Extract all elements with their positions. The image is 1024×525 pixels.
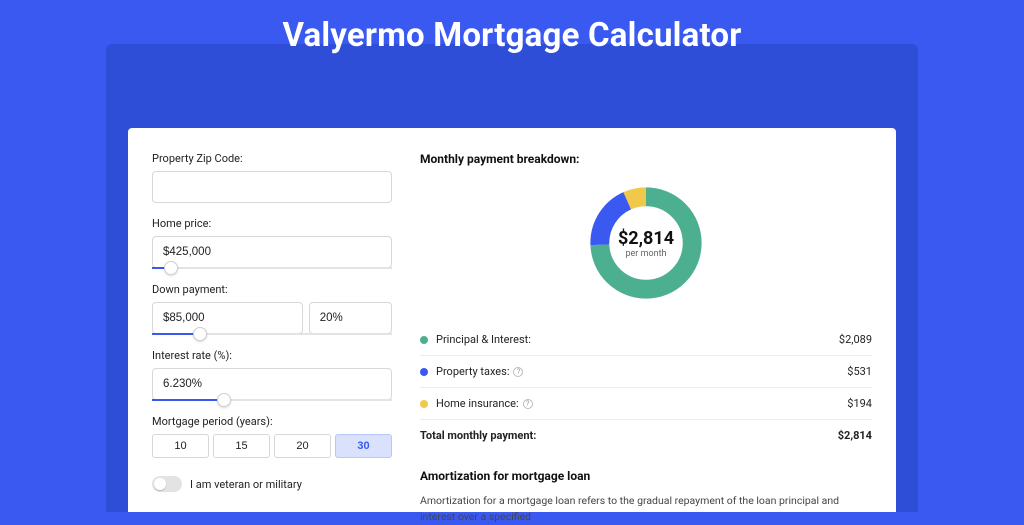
legend-value-taxes: $531 (847, 365, 872, 378)
amortization-section: Amortization for mortgage loan Amortizat… (420, 469, 872, 525)
legend-row-insurance: Home insurance: ? $194 (420, 388, 872, 420)
interest-rate-field-group: Interest rate (%): (152, 349, 392, 401)
home-price-slider-thumb[interactable] (164, 261, 178, 275)
veteran-toggle-knob (154, 478, 166, 490)
veteran-toggle[interactable] (152, 476, 182, 492)
zip-input[interactable] (152, 171, 392, 203)
home-price-slider[interactable] (152, 267, 392, 269)
donut-center: $2,814 per month (585, 182, 707, 304)
calculator-card: Property Zip Code: Home price: Down paym… (128, 128, 896, 512)
period-option-20[interactable]: 20 (274, 434, 331, 458)
legend-value-insurance: $194 (847, 397, 872, 410)
down-payment-slider[interactable] (152, 333, 392, 335)
zip-field-group: Property Zip Code: (152, 152, 392, 203)
home-price-label: Home price: (152, 217, 392, 230)
donut-chart-wrap: $2,814 per month (420, 174, 872, 324)
breakdown-title: Monthly payment breakdown: (420, 152, 872, 166)
legend-dot-principal (420, 336, 428, 344)
legend-dot-insurance (420, 400, 428, 408)
legend-label-taxes: Property taxes: ? (436, 365, 847, 378)
legend-label-insurance: Home insurance: ? (436, 397, 847, 410)
interest-rate-input[interactable] (152, 368, 392, 400)
legend-dot-taxes (420, 368, 428, 376)
zip-label: Property Zip Code: (152, 152, 392, 165)
legend-label-total: Total monthly payment: (420, 429, 838, 442)
interest-rate-label: Interest rate (%): (152, 349, 392, 362)
legend-value-total: $2,814 (838, 429, 872, 442)
legend-row-total: Total monthly payment: $2,814 (420, 420, 872, 451)
page-title: Valyermo Mortgage Calculator (0, 0, 1024, 55)
info-icon[interactable]: ? (513, 367, 523, 377)
legend-value-principal: $2,089 (839, 333, 872, 346)
veteran-label: I am veteran or military (190, 478, 302, 491)
period-field-group: Mortgage period (years): 10 15 20 30 (152, 415, 392, 458)
down-payment-label: Down payment: (152, 283, 392, 296)
down-payment-field-group: Down payment: (152, 283, 392, 335)
legend-label-principal: Principal & Interest: (436, 333, 839, 346)
period-option-15[interactable]: 15 (213, 434, 270, 458)
period-label: Mortgage period (years): (152, 415, 392, 428)
down-payment-amount-input[interactable] (152, 302, 303, 334)
donut-sub: per month (625, 249, 666, 259)
period-options: 10 15 20 30 (152, 434, 392, 458)
donut-amount: $2,814 (618, 228, 674, 249)
interest-rate-slider-fill (152, 399, 224, 401)
period-option-10[interactable]: 10 (152, 434, 209, 458)
inputs-column: Property Zip Code: Home price: Down paym… (152, 152, 392, 512)
donut-chart: $2,814 per month (585, 182, 707, 304)
veteran-toggle-row: I am veteran or military (152, 476, 392, 492)
down-payment-slider-thumb[interactable] (193, 327, 207, 341)
amortization-text: Amortization for a mortgage loan refers … (420, 493, 872, 525)
home-price-input[interactable] (152, 236, 392, 268)
legend-row-principal: Principal & Interest: $2,089 (420, 324, 872, 356)
amortization-title: Amortization for mortgage loan (420, 469, 872, 483)
period-option-30[interactable]: 30 (335, 434, 392, 458)
home-price-field-group: Home price: (152, 217, 392, 269)
interest-rate-slider-thumb[interactable] (217, 393, 231, 407)
interest-rate-slider[interactable] (152, 399, 392, 401)
breakdown-column: Monthly payment breakdown: $2,814 per mo… (420, 152, 872, 512)
down-payment-percent-input[interactable] (309, 302, 392, 334)
legend-row-taxes: Property taxes: ? $531 (420, 356, 872, 388)
info-icon[interactable]: ? (523, 399, 533, 409)
